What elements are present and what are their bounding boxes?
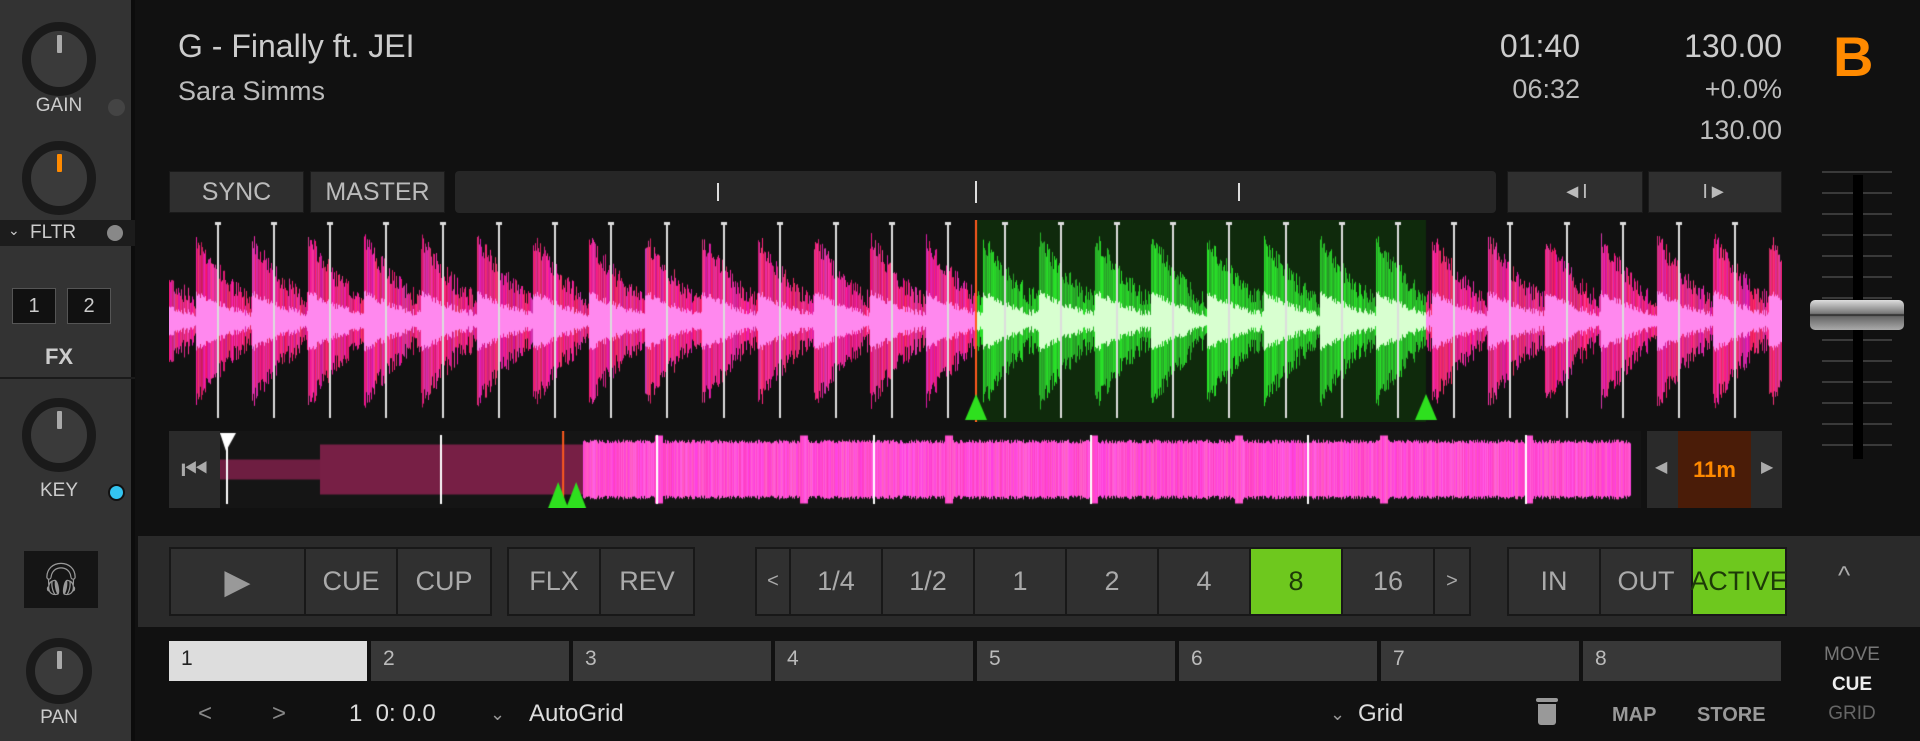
cue-slot-5[interactable]: 5 [977, 641, 1175, 681]
key-label: KEY [39, 480, 79, 501]
phase-meter [455, 171, 1496, 213]
cue-slot-6[interactable]: 6 [1179, 641, 1377, 681]
cue-slot-1[interactable]: 1 [169, 641, 367, 681]
sync-button[interactable]: SYNC [169, 171, 304, 213]
cue-name[interactable]: AutoGrid [529, 700, 624, 728]
flux-button[interactable]: FLX [509, 549, 601, 614]
cue-type-select[interactable]: Grid [1358, 700, 1403, 728]
loop-size-2[interactable]: 2 [1067, 549, 1159, 614]
filter-led [107, 225, 123, 241]
zoom-level: 11m [1678, 431, 1751, 508]
loop-size-1-2[interactable]: 1/2 [883, 549, 975, 614]
chevron-down-icon: ⌄ [8, 222, 20, 238]
cue-button[interactable]: CUE [306, 549, 398, 614]
filter-knob[interactable] [22, 141, 96, 215]
loop-size-prev[interactable]: < [757, 549, 791, 614]
loop-size-1[interactable]: 1 [975, 549, 1067, 614]
beatjump-forward-button[interactable]: I► [1648, 171, 1782, 213]
loop-size-4[interactable]: 4 [1159, 549, 1251, 614]
tempo-offset: +0.0% [1704, 74, 1782, 104]
store-button[interactable]: STORE [1697, 704, 1766, 727]
pan-knob[interactable] [26, 638, 92, 704]
fx-unit-2-button[interactable]: 2 [67, 288, 111, 324]
loop-size-group: < 1/4 1/2 1 2 4 8 16 > [755, 547, 1471, 616]
cup-button[interactable]: CUP [398, 549, 490, 614]
reverse-button[interactable]: REV [601, 549, 693, 614]
beatjump-back-button[interactable]: ◄I [1507, 171, 1643, 213]
pan-label: PAN [40, 707, 78, 728]
flux-reverse-group: FLX REV [507, 547, 695, 616]
loop-in-button[interactable]: IN [1509, 549, 1601, 614]
cue-slot-7[interactable]: 7 [1381, 641, 1579, 681]
gain-led [108, 99, 125, 116]
mode-move[interactable]: MOVE [1818, 644, 1886, 666]
map-button[interactable]: MAP [1612, 704, 1656, 727]
trash-icon[interactable] [1536, 698, 1558, 726]
cue-slot-4[interactable]: 4 [775, 641, 973, 681]
cue-slot-8[interactable]: 8 [1583, 641, 1781, 681]
gain-label: GAIN [35, 95, 83, 116]
divider [0, 377, 135, 379]
fader-tick [1822, 171, 1892, 173]
zoom-in-arrow[interactable]: ▶ [1761, 457, 1773, 477]
track-artist: Sara Simms [178, 76, 326, 106]
key-knob[interactable] [22, 398, 96, 472]
deck-letter: B [1833, 25, 1874, 88]
loop-size-8[interactable]: 8 [1251, 549, 1343, 614]
fx-label: FX [44, 344, 74, 369]
loop-active-button[interactable]: ACTIVE [1690, 549, 1788, 614]
mixer-strip: GAIN ⌄ FLTR 1 2 FX KEY 🎧︎ PAN [0, 0, 135, 741]
headphones-icon: 🎧︎ [40, 561, 82, 597]
cue-prev-button[interactable]: < [198, 700, 212, 728]
filter-label: FLTR [30, 222, 77, 243]
gain-knob[interactable] [22, 22, 96, 96]
key-led[interactable] [108, 484, 125, 501]
cue-position: 1 0: 0.0 [349, 700, 436, 727]
collapse-button[interactable]: ^ [1838, 560, 1850, 591]
headphone-cue-button[interactable]: 🎧︎ [24, 551, 98, 608]
filter-toggle[interactable]: ⌄ FLTR [0, 220, 135, 246]
loop-size-1-4[interactable]: 1/4 [791, 549, 883, 614]
tempo-fader[interactable] [1810, 171, 1904, 459]
original-bpm: 130.00 [1699, 115, 1782, 145]
chevron-down-icon[interactable]: ⌄ [490, 704, 505, 725]
track-overview[interactable] [220, 431, 1641, 508]
elapsed-time: 01:40 [1499, 28, 1580, 64]
loop-size-16[interactable]: 16 [1343, 549, 1435, 614]
mode-cue[interactable]: CUE [1818, 674, 1886, 696]
zoom-out-arrow[interactable]: ◀ [1655, 457, 1667, 477]
bpm: 130.00 [1684, 28, 1782, 64]
loop-inout-group: IN OUT ACTIVE [1507, 547, 1788, 616]
loop-out-button[interactable]: OUT [1601, 549, 1693, 614]
fx-unit-1-button[interactable]: 1 [12, 288, 56, 324]
loop-size-next[interactable]: > [1435, 549, 1469, 614]
overview-zoom-control: ◀ 11m ▶ [1647, 431, 1782, 508]
mode-grid[interactable]: GRID [1818, 703, 1886, 725]
track-title: G - Finally ft. JEI [178, 28, 415, 64]
skip-start-icon: ⏮︎ [181, 453, 208, 486]
transport-group: ▶ CUE CUP [169, 547, 492, 616]
cue-next-button[interactable]: > [272, 700, 286, 728]
cue-slot-2[interactable]: 2 [371, 641, 569, 681]
stripe-waveform[interactable] [169, 220, 1782, 422]
play-button[interactable]: ▶ [171, 549, 306, 614]
master-button[interactable]: MASTER [310, 171, 445, 213]
fader-handle[interactable] [1810, 300, 1904, 330]
remaining-time: 06:32 [1512, 74, 1580, 104]
jump-to-start-button[interactable]: ⏮︎ [169, 431, 220, 508]
cue-slot-3[interactable]: 3 [573, 641, 771, 681]
chevron-down-icon[interactable]: ⌄ [1330, 704, 1345, 725]
